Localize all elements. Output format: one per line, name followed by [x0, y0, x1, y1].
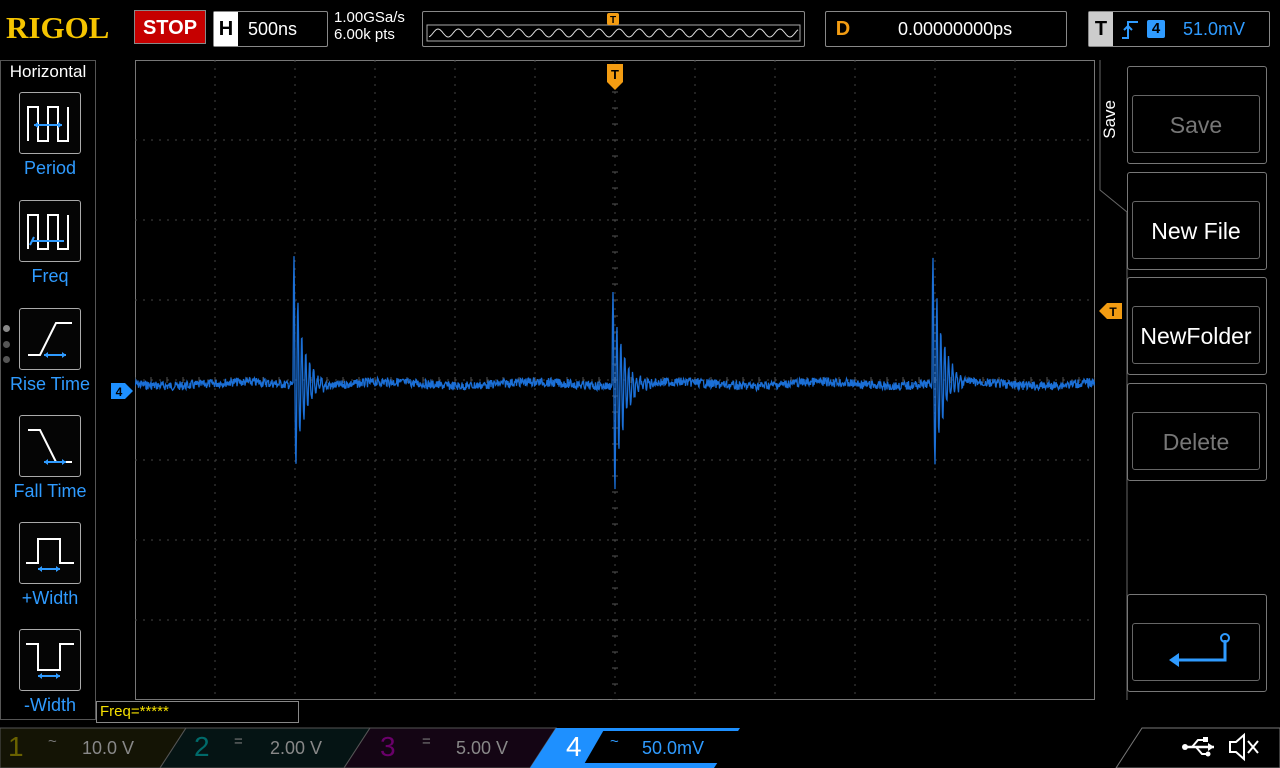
rise-time-label: Rise Time	[9, 374, 90, 394]
run-stop-status[interactable]: STOP	[134, 10, 206, 44]
save-button[interactable]: Save	[1127, 66, 1267, 164]
sample-rate: 1.00GSa/s	[334, 9, 405, 26]
new-file-button[interactable]: New File	[1127, 172, 1267, 270]
speaker-muted-icon[interactable]	[1224, 730, 1264, 764]
channel-1-tab[interactable]: 1 ~ 10.0 V	[0, 727, 186, 767]
new-folder-button[interactable]: NewFolder	[1127, 277, 1267, 375]
delete-button[interactable]: Delete	[1127, 383, 1267, 481]
channel-2-coupling: =	[234, 733, 243, 750]
memory-depth: 6.00k pts	[334, 26, 395, 43]
timebase-value: 500ns	[248, 19, 298, 39]
trigger-position-letter: T	[611, 67, 619, 82]
freq-button[interactable]	[19, 200, 81, 262]
menu-page-dot	[3, 325, 10, 332]
channel-1-scale: 10.0 V	[82, 738, 135, 758]
back-button-inner	[1132, 623, 1260, 681]
timebase-label: H	[214, 12, 238, 46]
rise-time-icon	[28, 322, 72, 358]
waveform-display[interactable]	[135, 60, 1095, 700]
trigger-level: 51.0mV	[1183, 19, 1246, 39]
trigger-position-marker[interactable]: T	[605, 62, 625, 92]
waveform-overview: T	[422, 11, 805, 47]
period-label: Period	[23, 158, 77, 178]
channel-4-tab[interactable]: 4 ~ 50.0mV	[556, 727, 742, 767]
save-menu-tab: Save	[1100, 100, 1119, 139]
save-button-label: Save	[1132, 95, 1260, 153]
channel-1-coupling: ~	[48, 733, 57, 750]
overview-waveform: T	[426, 13, 801, 42]
fall-time-label: Fall Time	[13, 481, 87, 501]
trigger-source-badge: 4	[1147, 20, 1165, 38]
fall-time-button[interactable]	[19, 415, 81, 477]
period-button[interactable]	[19, 92, 81, 154]
delete-label: Delete	[1132, 412, 1260, 470]
negative-width-label: -Width	[23, 695, 76, 715]
delay-label: D	[835, 18, 851, 40]
left-menu-title: Horizontal	[9, 62, 87, 81]
channel-4-coupling: ~	[610, 733, 619, 750]
negative-width-icon	[26, 643, 74, 679]
positive-width-button[interactable]	[19, 522, 81, 584]
back-button[interactable]	[1127, 594, 1267, 692]
frequency-icon	[27, 214, 69, 250]
delay-box[interactable]: D 0.00000000ps	[825, 11, 1067, 47]
channel-2-scale: 2.00 V	[270, 738, 323, 758]
channel-3-coupling: =	[422, 733, 431, 750]
period-icon	[27, 106, 69, 142]
overview-trigger-letter: T	[610, 15, 616, 26]
negative-width-button[interactable]	[19, 629, 81, 691]
timebase-box[interactable]: H 500ns	[213, 11, 328, 47]
new-file-label: New File	[1132, 201, 1260, 259]
rising-edge-icon	[1122, 21, 1138, 39]
trigger-label: T	[1089, 12, 1113, 46]
rise-time-button[interactable]	[19, 308, 81, 370]
fall-time-icon	[28, 429, 72, 465]
return-arrow-icon	[1169, 633, 1230, 667]
positive-width-icon	[26, 538, 74, 572]
channel-4-scale: 50.0mV	[642, 738, 705, 758]
positive-width-label: +Width	[21, 588, 79, 608]
channel-3-scale: 5.00 V	[456, 738, 509, 758]
channel-4-marker-label: 4	[116, 385, 123, 399]
channel-3-number: 3	[380, 731, 396, 762]
rigol-logo: RIGOL	[6, 10, 110, 45]
new-folder-label: NewFolder	[1132, 306, 1260, 364]
channel-3-tab[interactable]: 3 = 5.00 V	[370, 727, 556, 767]
channel-4-number: 4	[566, 731, 582, 762]
freq-label: Freq	[31, 266, 69, 286]
usb-icon	[1182, 737, 1214, 757]
channel-1-number: 1	[8, 731, 24, 762]
trigger-box[interactable]: T 4 51.0mV	[1088, 11, 1270, 47]
channel-4-offset-marker[interactable]: 4	[110, 382, 134, 400]
frequency-readout: Freq=*****	[96, 701, 299, 723]
channel-2-tab[interactable]: 2 = 2.00 V	[186, 727, 370, 767]
menu-page-dot	[3, 341, 10, 348]
channel-2-number: 2	[194, 731, 210, 762]
menu-page-dot	[3, 356, 10, 363]
delay-value: 0.00000000ps	[898, 19, 1013, 39]
overview-trigger-icon: T	[607, 13, 619, 26]
